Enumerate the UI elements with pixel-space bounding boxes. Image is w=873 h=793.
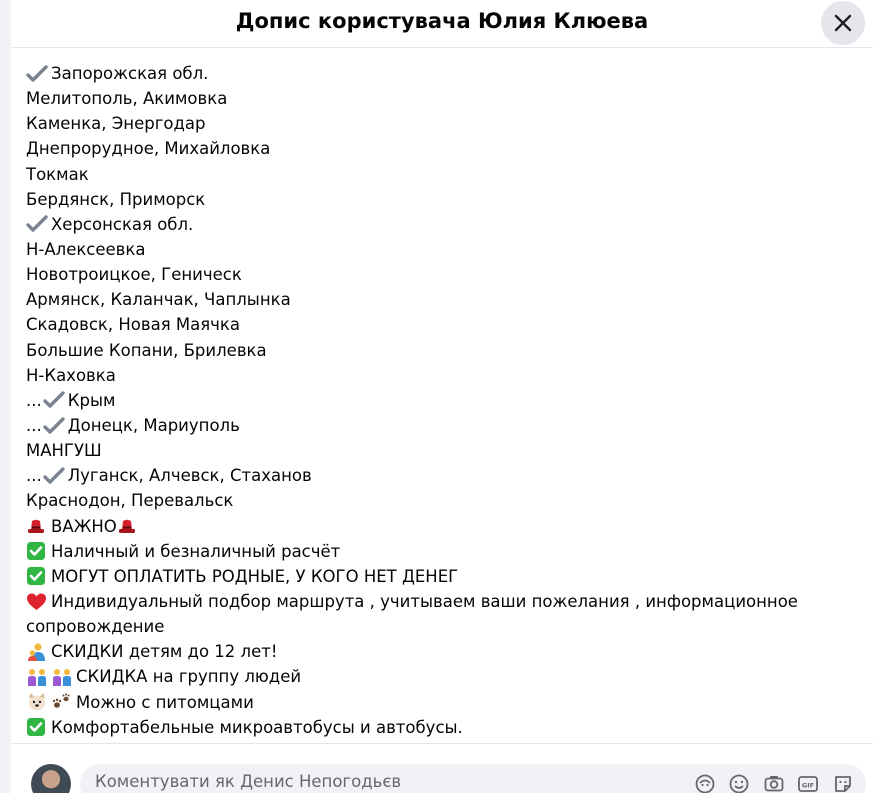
- post-line: Новотроицкое, Геническ: [26, 262, 856, 287]
- gif-icon[interactable]: GIF: [797, 773, 819, 793]
- post-line: Токмак: [26, 162, 856, 187]
- green-check-icon: [26, 541, 48, 561]
- red-heart-icon: [26, 592, 48, 612]
- post-line: Бердянск, Приморск: [26, 187, 856, 212]
- post-line-text: Токмак: [26, 164, 89, 184]
- ellipsis-prefix: ...: [26, 416, 42, 436]
- post-line: МАНГУШ: [26, 438, 856, 463]
- green-check-icon: [26, 566, 48, 586]
- post-line: Краснодон, Перевальск: [26, 488, 856, 513]
- post-line-text: Днепрорудное, Михайловка: [26, 139, 271, 159]
- post-line: Каменка, Энергодар: [26, 111, 856, 136]
- post-line: Большие Копани, Брилевка: [26, 338, 856, 363]
- post-line-text: Н-Каховка: [26, 365, 116, 385]
- close-icon: [834, 14, 852, 32]
- post-line-text: Н-Алексеевка: [26, 240, 146, 260]
- post-line-text: СКИДКИ детям до 12 лет!: [51, 642, 278, 662]
- post-line-text: Бердянск, Приморск: [26, 189, 206, 209]
- post-line: ... Луганск, Алчевск, Стаханов: [26, 463, 856, 488]
- svg-text:GIF: GIF: [802, 782, 814, 790]
- post-line-text: Запорожская обл.: [51, 64, 209, 84]
- post-line: Херсонская обл.: [26, 212, 856, 237]
- red-hat-icon: [117, 516, 139, 536]
- post-line: ВАЖНО: [26, 514, 856, 539]
- post-dialog: Допис користувача Юлия Клюева Запорожска…: [11, 0, 873, 793]
- dialog-title: Допис користувача Юлия Клюева: [235, 9, 649, 33]
- post-line-text: Новотроицкое, Геническ: [26, 265, 242, 285]
- post-line-text: Можно с питомцами: [76, 692, 254, 712]
- post-line-text: Наличный и безналичный расчёт: [51, 541, 341, 561]
- comment-placeholder: Коментувати як Денис Непогодьєв: [95, 772, 402, 791]
- close-button[interactable]: [821, 1, 865, 45]
- post-line-text: СКИДКА на группу людей: [76, 667, 302, 687]
- ellipsis-prefix: ...: [26, 466, 42, 486]
- post-line-text: Херсонская обл.: [51, 214, 194, 234]
- avatar[interactable]: [31, 764, 71, 793]
- paw-prints-icon: [51, 692, 73, 712]
- parent-child-icon: [26, 642, 48, 662]
- post-line: МОГУТ ОПЛАТИТЬ РОДНЫЕ, У КОГО НЕТ ДЕНЕГ: [26, 564, 856, 589]
- check-mark-icon: [43, 390, 65, 410]
- sticker-icon[interactable]: [832, 773, 854, 793]
- post-line: Наличный и безналичный расчёт: [26, 539, 856, 564]
- post-line: ... Крым: [26, 388, 856, 413]
- post-line-text: Большие Копани, Брилевка: [26, 340, 267, 360]
- post-line: Армянск, Каланчак, Чаплынка: [26, 287, 856, 312]
- camera-icon[interactable]: [763, 773, 785, 793]
- emoji-icon[interactable]: [728, 773, 750, 793]
- post-line: Комфортабельные микроавтобусы и автобусы…: [26, 715, 856, 740]
- post-line-text: Каменка, Энергодар: [26, 114, 206, 134]
- comment-bar: Коментувати як Денис Непогодьєв GIF: [11, 743, 873, 793]
- post-text: Запорожская обл. Мелитополь, Акимовка Каме…: [26, 61, 856, 740]
- post-line: Можно с питомцами: [26, 690, 856, 715]
- post-line: Мелитополь, Акимовка: [26, 86, 856, 111]
- post-line: СКИДКИ детям до 12 лет!: [26, 639, 856, 664]
- post-line-text: МАНГУШ: [26, 441, 102, 461]
- post-line: Индивидуальный подбор маршрута , учитыва…: [26, 589, 856, 639]
- post-line-text: Индивидуальный подбор маршрута , учитыва…: [26, 591, 798, 637]
- dialog-header: Допис користувача Юлия Клюева: [11, 0, 873, 48]
- post-line: Н-Алексеевка: [26, 237, 856, 262]
- comment-input[interactable]: Коментувати як Денис Непогодьєв GIF: [80, 764, 866, 793]
- green-check-icon: [26, 717, 48, 737]
- post-line: Скадовск, Новая Маячка: [26, 312, 856, 337]
- post-line-text: МОГУТ ОПЛАТИТЬ РОДНЫЕ, У КОГО НЕТ ДЕНЕГ: [51, 566, 459, 586]
- post-line-text: Донецк, Мариуполь: [67, 416, 240, 436]
- people-group-icon: [26, 667, 48, 687]
- post-line: Запорожская обл.: [26, 61, 856, 86]
- post-line-text: Армянск, Каланчак, Чаплынка: [26, 290, 291, 310]
- avatar-sticker-icon[interactable]: [694, 773, 716, 793]
- post-line-text: Крым: [67, 390, 116, 410]
- post-line: Н-Каховка: [26, 363, 856, 388]
- post-line-text: ВАЖНО: [51, 516, 117, 536]
- ellipsis-prefix: ...: [26, 390, 42, 410]
- post-line-text: Луганск, Алчевск, Стаханов: [67, 466, 312, 486]
- check-mark-icon: [43, 416, 65, 436]
- check-mark-icon: [26, 214, 48, 234]
- post-line-text: Комфортабельные микроавтобусы и автобусы…: [51, 717, 463, 737]
- check-mark-icon: [26, 64, 48, 84]
- post-line-text: Скадовск, Новая Маячка: [26, 315, 240, 335]
- post-line: ... Донецк, Мариуполь: [26, 413, 856, 438]
- post-line-text: Мелитополь, Акимовка: [26, 89, 228, 109]
- red-hat-icon: [26, 516, 48, 536]
- post-line: Днепрорудное, Михайловка: [26, 136, 856, 161]
- check-mark-icon: [43, 466, 65, 486]
- post-line-text: Краснодон, Перевальск: [26, 491, 234, 511]
- people-group-icon: [51, 667, 73, 687]
- dog-face-icon: [26, 692, 48, 712]
- post-line: СКИДКА на группу людей: [26, 664, 856, 689]
